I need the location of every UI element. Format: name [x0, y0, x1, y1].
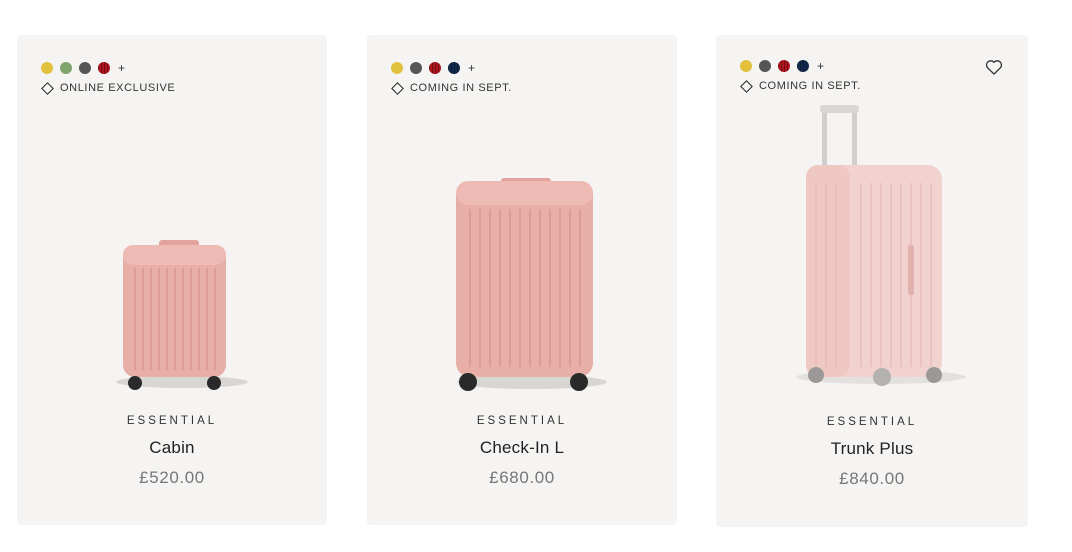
swatch-yellow[interactable] — [391, 62, 403, 74]
cabin-suitcase-image[interactable] — [17, 230, 327, 395]
color-swatches: + — [41, 62, 125, 74]
swatch-yellow[interactable] — [41, 62, 53, 74]
product-name[interactable]: Cabin — [17, 438, 327, 458]
product-category: ESSENTIAL — [476, 415, 568, 427]
swatch-red[interactable] — [98, 62, 110, 74]
product-category: ESSENTIAL — [826, 416, 918, 428]
product-card-cabin[interactable]: + ONLINE EXCLUSIVE ESSENTIAL Cabin £520.… — [17, 35, 327, 525]
more-colors-button[interactable]: + — [817, 60, 824, 72]
more-colors-button[interactable]: + — [468, 62, 475, 74]
diamond-icon — [391, 81, 404, 95]
swatch-navy[interactable] — [448, 62, 460, 74]
product-card-check-in-l[interactable]: + COMING IN SEPT. ESSENTIAL Check-In L £… — [367, 35, 677, 525]
badge-label: COMING IN SEPT. — [410, 82, 512, 94]
swatch-grey[interactable] — [759, 60, 771, 72]
badge-label: COMING IN SEPT. — [759, 80, 861, 92]
product-badge: COMING IN SEPT. — [391, 81, 512, 95]
swatch-navy[interactable] — [797, 60, 809, 72]
swatch-red[interactable] — [778, 60, 790, 72]
product-badge: ONLINE EXCLUSIVE — [41, 81, 176, 95]
product-price: £680.00 — [489, 468, 555, 487]
swatch-yellow[interactable] — [740, 60, 752, 72]
swatch-green[interactable] — [60, 62, 72, 74]
swatch-grey[interactable] — [79, 62, 91, 74]
check-in-suitcase-image[interactable] — [367, 175, 677, 395]
product-name[interactable]: Check-In L — [367, 438, 677, 458]
swatch-grey[interactable] — [410, 62, 422, 74]
diamond-icon — [740, 79, 753, 93]
product-category: ESSENTIAL — [126, 415, 218, 427]
product-price: £840.00 — [839, 469, 905, 488]
diamond-icon — [41, 81, 54, 95]
badge-label: ONLINE EXCLUSIVE — [60, 82, 176, 94]
more-colors-button[interactable]: + — [118, 62, 125, 74]
trunk-suitcase-image[interactable] — [716, 105, 1028, 395]
product-card-trunk-plus[interactable]: + COMING IN SEPT. ESSENTIAL Trunk Plus £… — [716, 35, 1028, 527]
swatch-red[interactable] — [429, 62, 441, 74]
color-swatches: + — [391, 62, 475, 74]
product-badge: COMING IN SEPT. — [740, 79, 861, 93]
product-name[interactable]: Trunk Plus — [716, 439, 1028, 459]
product-price: £520.00 — [139, 468, 205, 487]
color-swatches: + — [740, 60, 824, 72]
heart-icon[interactable] — [984, 57, 1004, 77]
